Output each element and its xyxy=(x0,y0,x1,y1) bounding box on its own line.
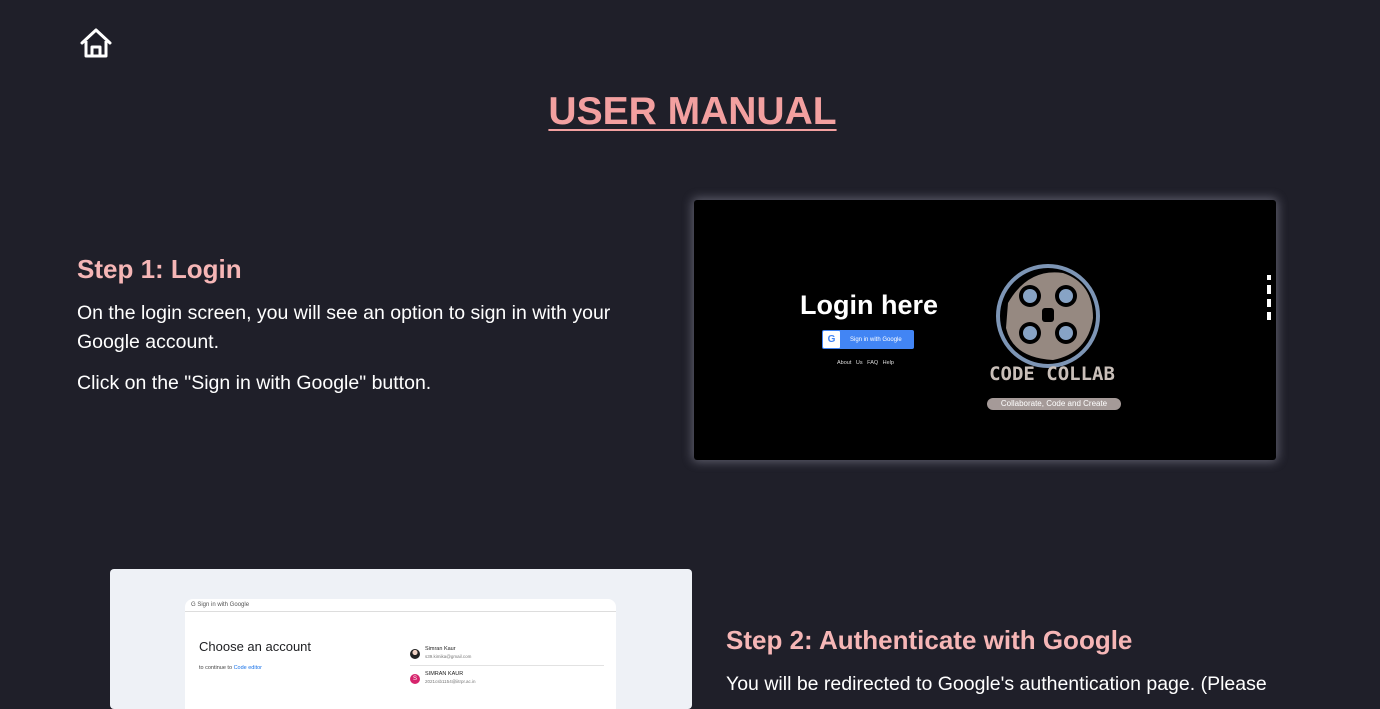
google-icon: G xyxy=(823,331,840,348)
avatar: S xyxy=(410,674,420,684)
divider xyxy=(410,665,604,666)
logo-text: CODE COLLAB xyxy=(989,363,1115,385)
account-name: Simran Kaur xyxy=(425,646,456,652)
step2-screenshot: G Sign in with Google Choose an account … xyxy=(110,569,692,709)
logo-tagline: Collaborate, Code and Create xyxy=(987,398,1121,410)
home-icon[interactable] xyxy=(79,27,113,59)
continue-text: to continue to Code editor xyxy=(199,665,262,671)
account-email: s39.kimika@gmail.com xyxy=(425,654,472,659)
footer-links: About Us FAQ Help xyxy=(837,360,894,366)
divider xyxy=(185,611,616,612)
step2-heading: Step 2: Authenticate with Google xyxy=(726,625,1133,655)
account-name: SIMRAN KAUR xyxy=(425,671,464,677)
account-item: S SIMRAN KAUR 2021csb1154@iitrpr.ac.in xyxy=(410,669,604,691)
account-email: 2021csb1154@iitrpr.ac.in xyxy=(425,679,476,684)
step1-paragraph1: On the login screen, you will see an opt… xyxy=(77,302,611,353)
login-title: Login here xyxy=(800,290,939,320)
edge-text-fragment xyxy=(1267,275,1271,320)
step2-paragraph1: You will be redirected to Google's authe… xyxy=(726,673,1267,695)
code-collab-logo: CODE COLLAB xyxy=(989,264,1115,385)
step1-paragraph2: Click on the "Sign in with Google" butto… xyxy=(77,372,432,394)
choose-account-title: Choose an account xyxy=(199,639,312,654)
account-item: Simran Kaur s39.kimika@gmail.com xyxy=(410,644,604,666)
google-signin-button-image: G Sign in with Google xyxy=(822,330,914,349)
step1-heading: Step 1: Login xyxy=(77,254,242,284)
google-signin-header: G Sign in with Google xyxy=(191,602,250,608)
step1-screenshot: Login here G Sign in with Google About U… xyxy=(694,200,1276,460)
google-signin-label: Sign in with Google xyxy=(850,336,902,343)
page-title: USER MANUAL xyxy=(548,90,837,133)
google-account-card: G Sign in with Google Choose an account … xyxy=(185,599,616,709)
avatar xyxy=(410,649,420,659)
